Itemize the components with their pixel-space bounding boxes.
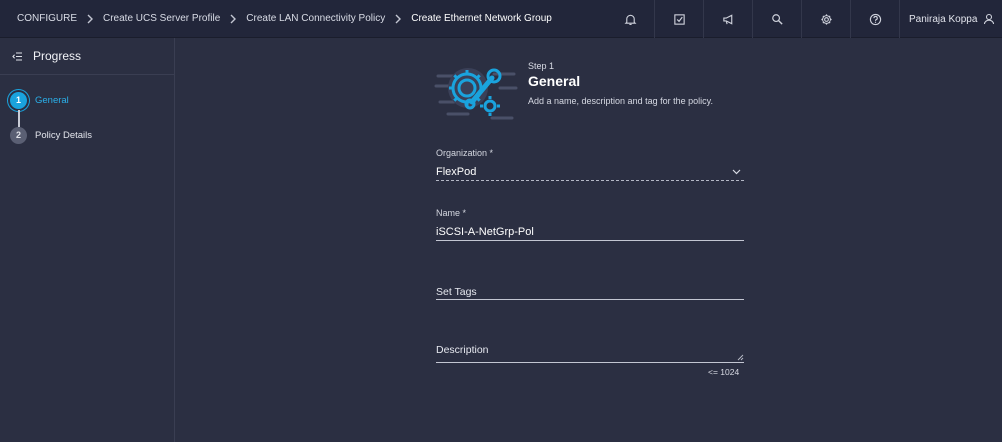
step-indicator: Step 1 — [528, 61, 555, 71]
name-field: Name * iSCSI-A-NetGrp-Pol — [436, 208, 744, 241]
step-general[interactable]: 1 General — [10, 91, 174, 109]
page-description: Add a name, description and tag for the … — [528, 96, 713, 106]
progress-steps: 1 General 2 Policy Details — [0, 75, 174, 144]
name-value: iSCSI-A-NetGrp-Pol — [436, 225, 534, 238]
breadcrumb-create-lan-connectivity-policy[interactable]: Create LAN Connectivity Policy — [246, 13, 385, 24]
chevron-right-icon — [394, 14, 402, 24]
gear-wrench-icon — [434, 68, 518, 120]
description-placeholder: Description — [436, 344, 489, 356]
organization-field: Organization * FlexPod — [436, 148, 744, 181]
description-char-limit: <= 1024 — [708, 367, 740, 377]
name-input[interactable]: iSCSI-A-NetGrp-Pol — [436, 223, 744, 241]
organization-select[interactable]: FlexPod — [436, 163, 744, 181]
step-number: 1 — [10, 91, 27, 109]
top-bar: CONFIGURE Create UCS Server Profile Crea… — [0, 0, 1002, 38]
megaphone-icon — [722, 13, 732, 25]
progress-title: Progress — [33, 49, 82, 63]
chevron-right-icon — [229, 14, 237, 24]
page-title: General — [528, 73, 581, 89]
help-icon — [869, 13, 881, 25]
set-tags-placeholder: Set Tags — [436, 285, 477, 298]
organization-label: Organization * — [436, 148, 494, 158]
organization-value: FlexPod — [436, 165, 477, 178]
breadcrumb-create-ethernet-network-group: Create Ethernet Network Group — [411, 13, 552, 24]
description-textarea[interactable]: Description — [436, 344, 744, 363]
notifications-button[interactable] — [606, 0, 655, 38]
help-button[interactable] — [851, 0, 900, 38]
step-policy-details[interactable]: 2 Policy Details — [10, 126, 174, 144]
settings-button[interactable] — [802, 0, 851, 38]
top-icon-bar — [606, 0, 900, 38]
user-name: Paniraja Koppa — [909, 13, 978, 25]
progress-header: Progress — [0, 38, 174, 75]
set-tags-input[interactable]: Set Tags — [436, 284, 744, 300]
user-menu[interactable]: Paniraja Koppa — [909, 0, 995, 38]
step-connector — [18, 110, 20, 127]
name-label: Name * — [436, 208, 467, 218]
tasks-button[interactable] — [655, 0, 704, 38]
search-button[interactable] — [753, 0, 802, 38]
step-label: Policy Details — [35, 129, 93, 141]
task-check-icon — [673, 13, 685, 25]
gear-icon — [820, 13, 832, 25]
set-tags-field: Set Tags — [436, 284, 744, 300]
progress-sidebar: Progress 1 General 2 Policy Details — [0, 38, 175, 442]
step-number: 2 — [10, 126, 27, 144]
breadcrumb-configure[interactable]: CONFIGURE — [17, 13, 77, 24]
resize-handle-icon[interactable] — [737, 354, 744, 361]
bell-icon — [624, 14, 636, 25]
breadcrumb: CONFIGURE Create UCS Server Profile Crea… — [0, 13, 552, 24]
collapse-menu-icon[interactable] — [12, 51, 23, 62]
breadcrumb-create-ucs-server-profile[interactable]: Create UCS Server Profile — [103, 13, 220, 24]
step-label: General — [35, 94, 69, 106]
chevron-down-icon — [732, 169, 741, 174]
description-field: Description — [436, 344, 744, 363]
search-icon — [771, 13, 783, 25]
chevron-right-icon — [86, 14, 94, 24]
announcements-button[interactable] — [704, 0, 753, 38]
user-icon — [984, 13, 995, 25]
